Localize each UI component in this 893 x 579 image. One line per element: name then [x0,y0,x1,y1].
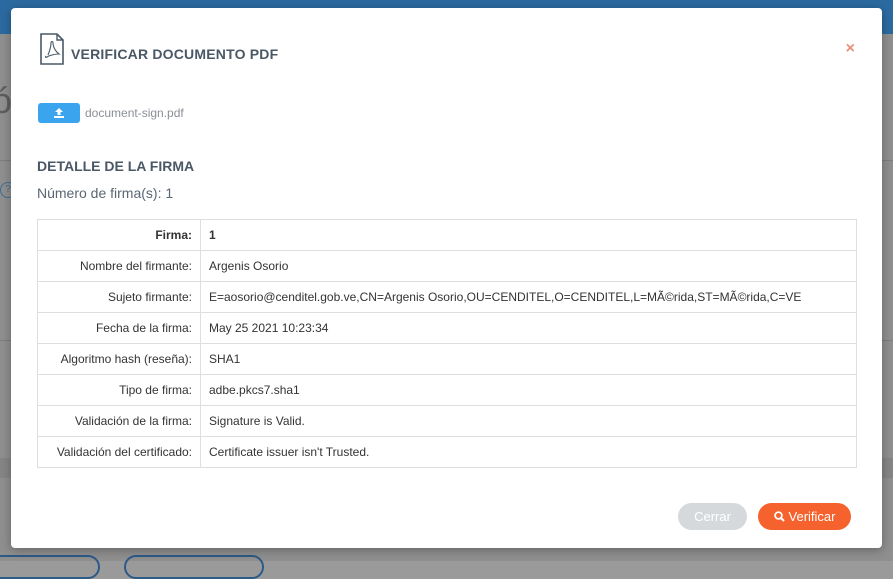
verify-label: Verificar [788,509,836,524]
table-row: Validación del certificado: Certificate … [37,436,857,468]
close-dialog-button[interactable]: Cerrar [678,503,747,530]
signature-details-heading: DETALLE DE LA FIRMA [37,158,195,174]
upload-button[interactable] [38,103,80,123]
verify-pdf-modal: VERIFICAR DOCUMENTO PDF × document-sign.… [11,8,882,548]
row-label: Sujeto firmante: [37,281,201,313]
row-value: adbe.pkcs7.sha1 [200,374,857,406]
background-pill-button [124,555,264,579]
row-value: Signature is Valid. [200,405,857,437]
signature-details-table: Firma: 1 Nombre del firmante: Argenis Os… [37,219,857,468]
pdf-file-icon [40,33,64,65]
modal-title: VERIFICAR DOCUMENTO PDF [71,46,279,62]
row-value: May 25 2021 10:23:34 [200,312,857,344]
background-pill-button [0,555,100,579]
search-icon [773,511,785,522]
signature-count: Número de firma(s): 1 [37,185,174,201]
close-dialog-label: Cerrar [694,509,731,524]
row-label: Validación de la firma: [37,405,201,437]
row-value: Argenis Osorio [200,250,857,282]
table-row: Sujeto firmante: E=aosorio@cenditel.gob.… [37,281,857,313]
row-label: Firma: [37,219,201,251]
row-value: Certificate issuer isn't Trusted. [200,436,857,468]
row-value: SHA1 [200,343,857,375]
table-row: Firma: 1 [37,219,857,251]
row-value: E=aosorio@cenditel.gob.ve,CN=Argenis Oso… [200,281,857,313]
row-label: Validación del certificado: [37,436,201,468]
close-button[interactable]: × [846,40,855,58]
table-row: Fecha de la firma: May 25 2021 10:23:34 [37,312,857,344]
row-label: Nombre del firmante: [37,250,201,282]
row-label: Algoritmo hash (reseña): [37,343,201,375]
table-row: Algoritmo hash (reseña): SHA1 [37,343,857,375]
upload-icon [54,108,64,118]
selected-file-name: document-sign.pdf [85,106,184,120]
row-label: Fecha de la firma: [37,312,201,344]
table-row: Nombre del firmante: Argenis Osorio [37,250,857,282]
table-row: Validación de la firma: Signature is Val… [37,405,857,437]
verify-button[interactable]: Verificar [758,503,851,530]
row-label: Tipo de firma: [37,374,201,406]
table-row: Tipo de firma: adbe.pkcs7.sha1 [37,374,857,406]
row-value: 1 [200,219,857,251]
